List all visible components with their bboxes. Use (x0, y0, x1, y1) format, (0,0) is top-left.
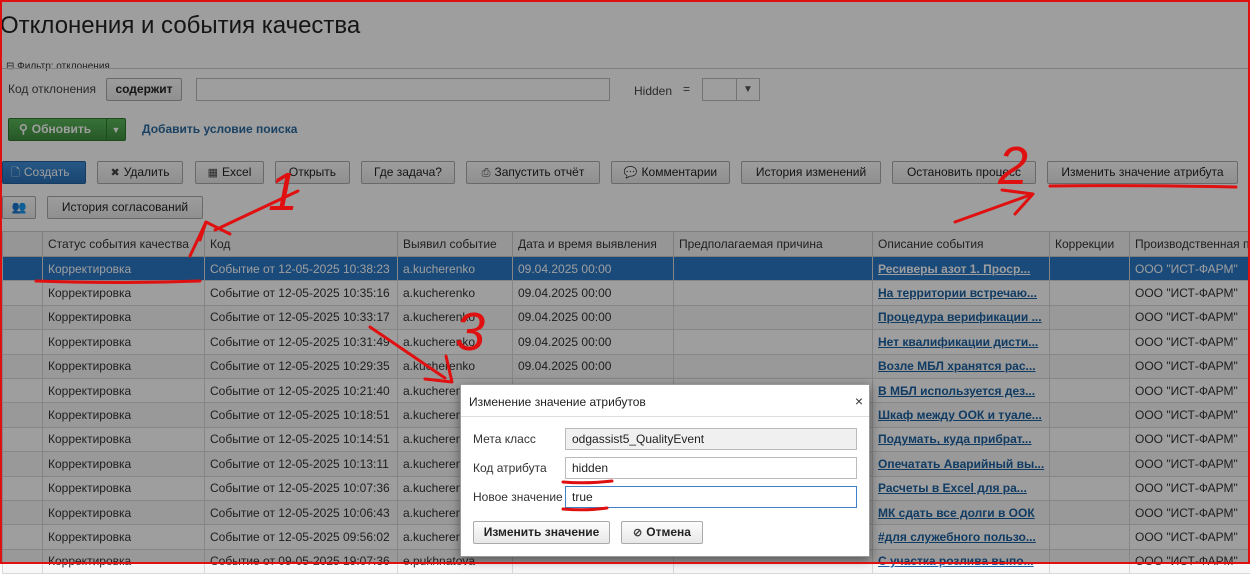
attribute-code-field[interactable]: hidden (565, 457, 857, 479)
cancel-button[interactable]: ⊘ Отмена (621, 521, 703, 544)
cancel-icon: ⊘ (633, 527, 642, 539)
dialog-divider (461, 416, 869, 417)
dialog-title: Изменение значение атрибутов (469, 395, 646, 409)
submit-change-button[interactable]: Изменить значение (473, 521, 610, 544)
close-icon[interactable]: × (855, 393, 863, 409)
new-value-label: Новое значение (473, 490, 563, 504)
cancel-label: Отмена (646, 525, 691, 539)
new-value-field[interactable]: true (565, 486, 857, 508)
attribute-code-label: Код атрибута (473, 461, 547, 475)
meta-class-field[interactable]: odgassist5_QualityEvent (565, 428, 857, 450)
meta-class-label: Мета класс (473, 432, 536, 446)
change-attribute-dialog: Изменение значение атрибутов × Мета клас… (460, 384, 870, 557)
